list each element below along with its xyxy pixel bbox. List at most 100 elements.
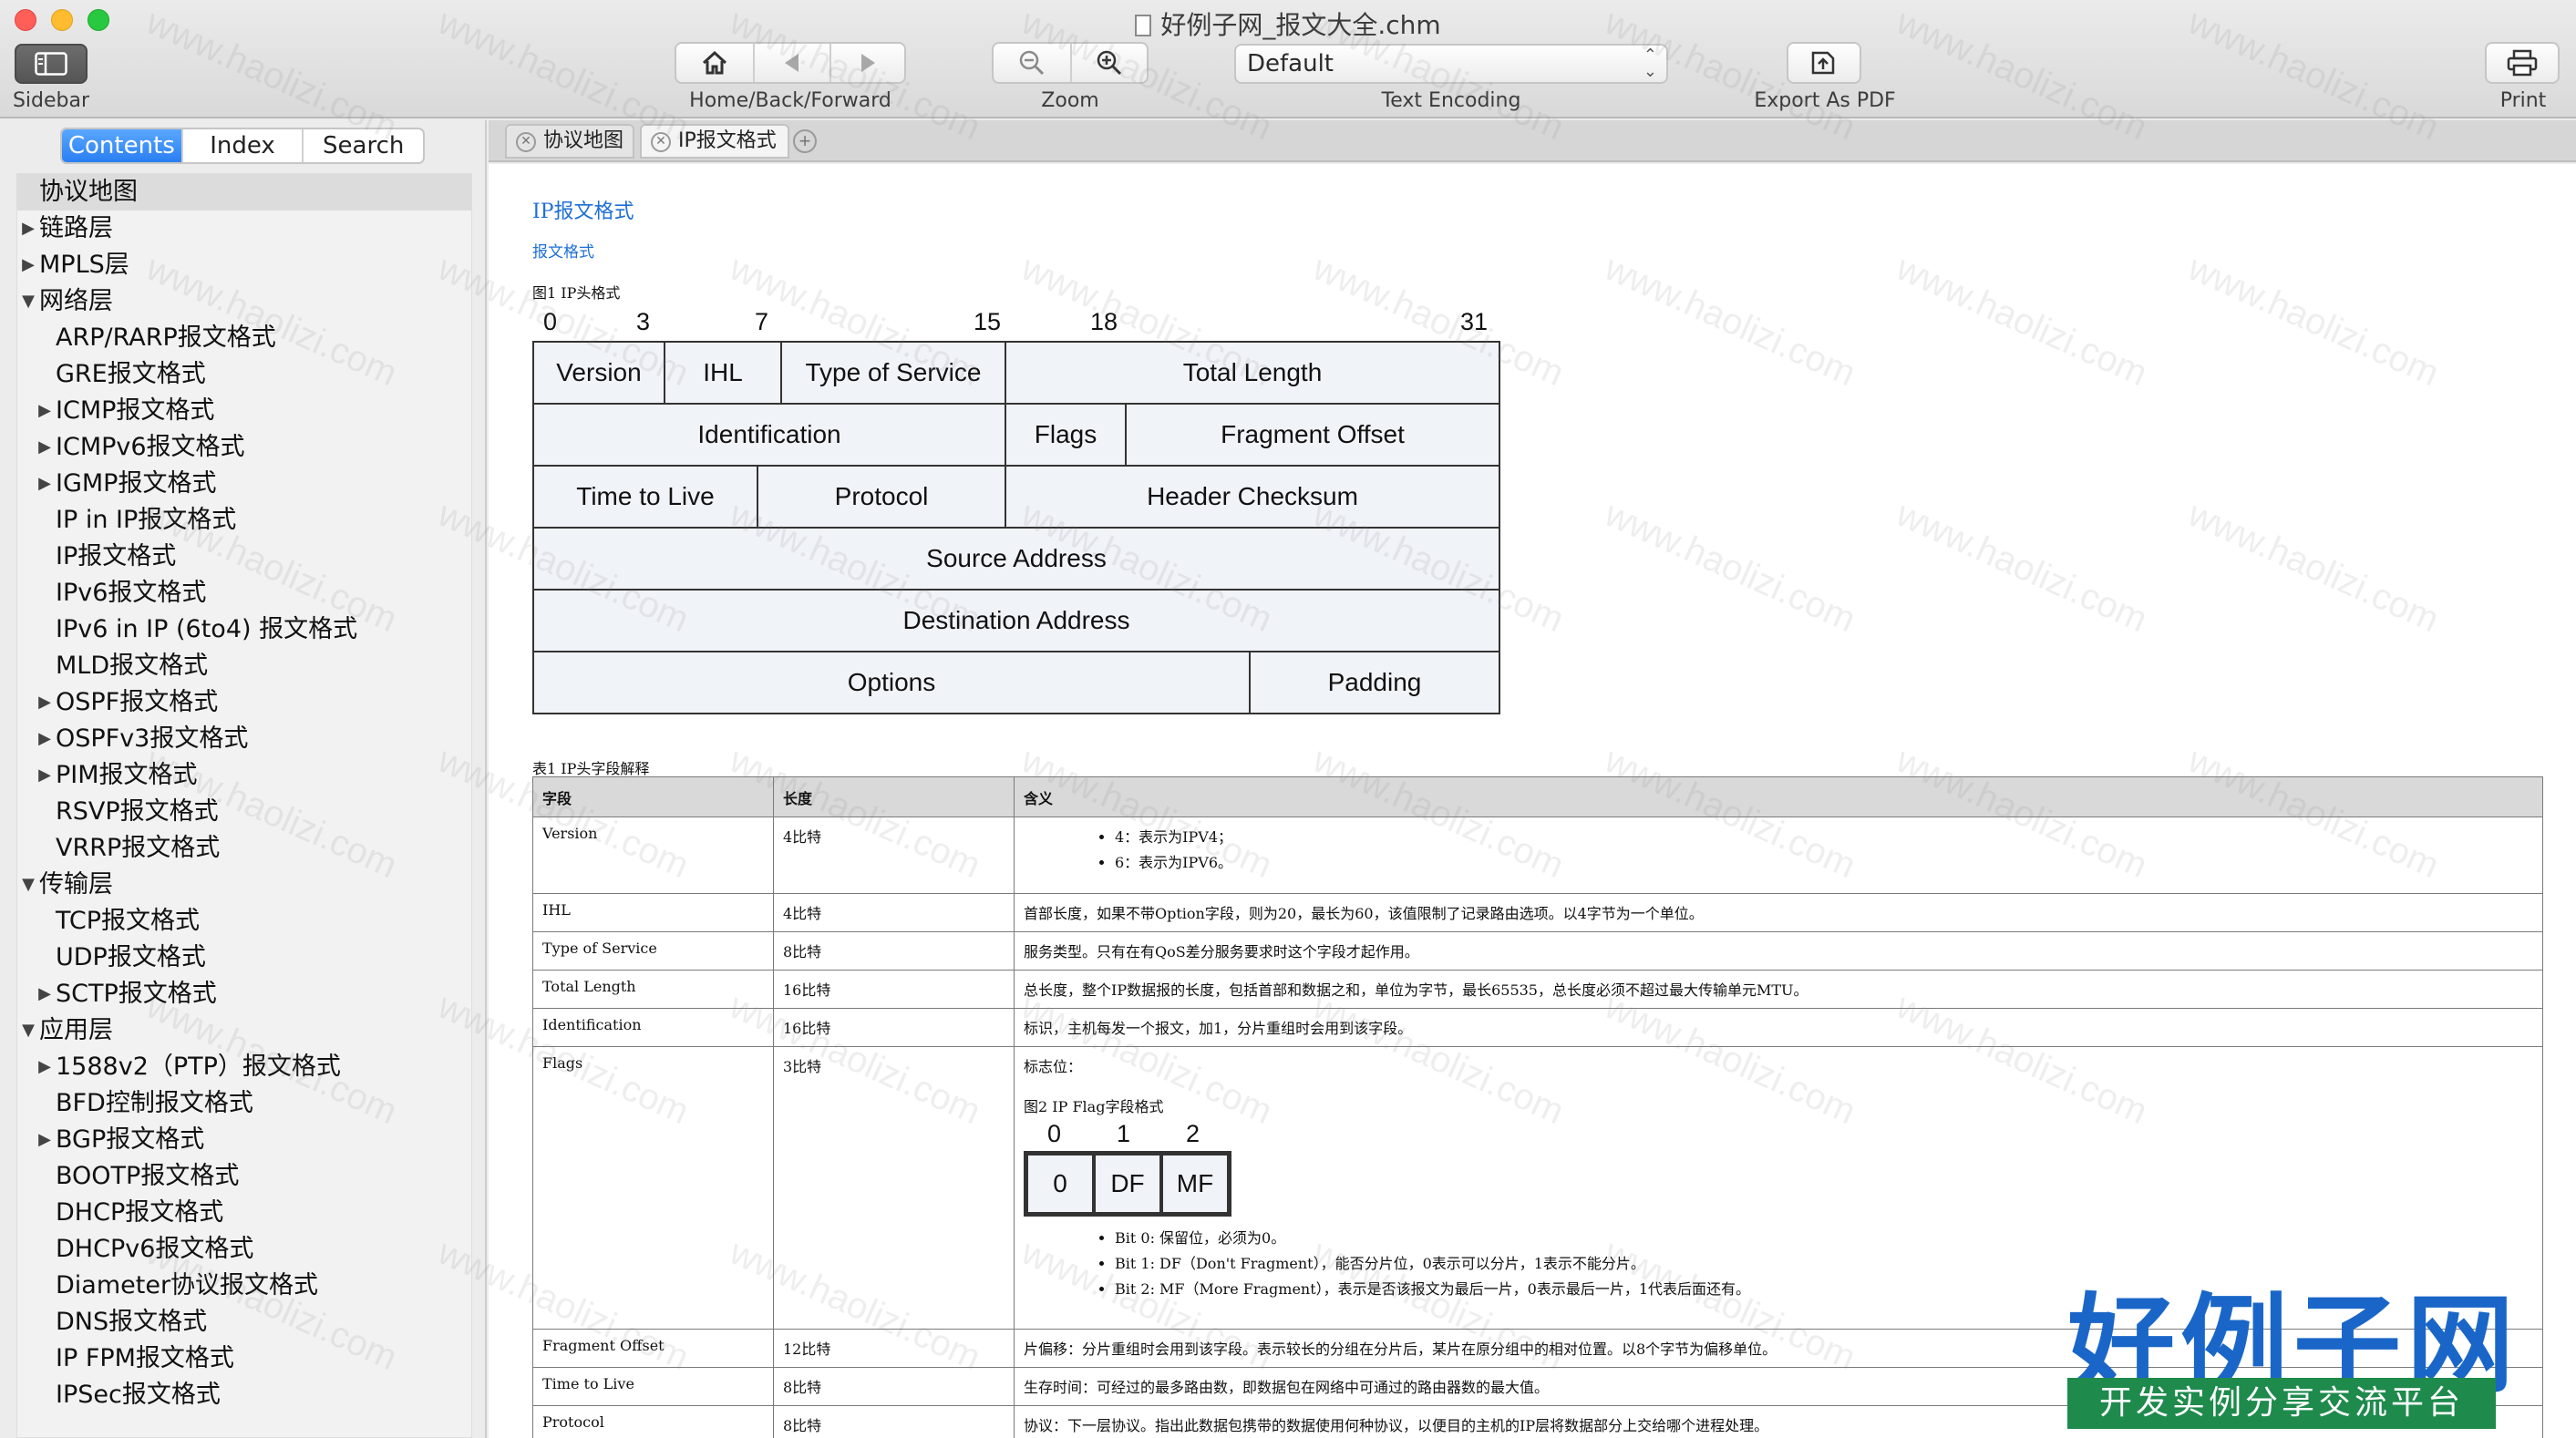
field-version: Version: [532, 341, 665, 405]
tree-item[interactable]: ▶ OSPF报文格式: [17, 684, 471, 721]
add-tab-icon[interactable]: +: [793, 129, 817, 153]
table-caption: 表1 IP头字段解释: [532, 760, 650, 777]
tree-item[interactable]: IP FPM报文格式: [17, 1340, 471, 1377]
tree-item[interactable]: IPv6 in IP (6to4) 报文格式: [17, 611, 471, 648]
field-cell: Fragment Offset: [532, 1329, 774, 1368]
tree-item-label: 网络层: [39, 287, 113, 315]
tree-item[interactable]: BFD控制报文格式: [17, 1085, 471, 1122]
tree-item[interactable]: DHCP报文格式: [17, 1195, 471, 1231]
export-pdf-button[interactable]: [1787, 42, 1861, 84]
tree-item[interactable]: Diameter协议报文格式: [17, 1268, 471, 1304]
home-button[interactable]: [676, 44, 753, 82]
tree-item[interactable]: IP报文格式: [17, 539, 471, 575]
tree-item[interactable]: ▼ 应用层: [17, 1012, 471, 1049]
tree-item[interactable]: IPv6报文格式: [17, 575, 471, 611]
tree-item[interactable]: DNS报文格式: [17, 1304, 471, 1340]
disclosure-collapsed-icon[interactable]: ▶: [36, 1122, 54, 1158]
table-row: Total Length 16比特 总长度，整个IP数据报的长度，包括首部和数据…: [532, 970, 2543, 1009]
tree-item[interactable]: ▶ BGP报文格式: [17, 1122, 471, 1158]
tree-item-label: DHCP报文格式: [56, 1198, 224, 1227]
tab-contents[interactable]: Contents: [62, 129, 181, 162]
meaning-cell: 首部长度，如果不带Option字段，则为20，最长为60，该值限制了记录路由选项…: [1014, 893, 2543, 932]
print-button[interactable]: [2485, 42, 2560, 84]
flag-cell-reserved: 0: [1026, 1154, 1094, 1214]
tree-item[interactable]: GRE报文格式: [17, 356, 471, 393]
tree-item[interactable]: ARP/RARP报文格式: [17, 320, 471, 356]
disclosure-collapsed-icon[interactable]: ▶: [36, 393, 54, 429]
tree-item[interactable]: IP in IP报文格式: [17, 502, 471, 539]
text-encoding-select[interactable]: Default ⌃ ⌄: [1234, 44, 1668, 84]
tree-item-label: TCP报文格式: [56, 907, 201, 935]
length-cell: 16比特: [773, 1008, 1015, 1047]
updown-chevron-icon: ⌃ ⌄: [1643, 46, 1657, 81]
tab-search[interactable]: Search: [302, 129, 423, 162]
field-cell: Protocol: [532, 1405, 774, 1438]
tree-item[interactable]: ▶ SCTP报文格式: [17, 976, 471, 1012]
tab-ip-format[interactable]: ✕ IP报文格式: [640, 124, 789, 159]
field-flags: Flags: [1005, 403, 1127, 467]
tree-item[interactable]: ▶ MPLS层: [17, 247, 471, 283]
disclosure-collapsed-icon[interactable]: ▶: [36, 466, 54, 502]
tree-item-label: PIM报文格式: [56, 761, 198, 789]
disclosure-collapsed-icon[interactable]: ▶: [36, 721, 54, 757]
tree-item[interactable]: RSVP报文格式: [17, 794, 471, 830]
disclosure-collapsed-icon[interactable]: ▶: [36, 757, 54, 794]
field-source-address: Source Address: [532, 527, 1500, 591]
column-header: 字段: [532, 776, 774, 817]
tree-item[interactable]: ▶ 链路层: [17, 211, 471, 247]
tree-item[interactable]: ▶ ICMP报文格式: [17, 393, 471, 429]
close-tab-icon[interactable]: ✕: [516, 132, 536, 152]
zoom-in-button[interactable]: [1069, 44, 1147, 82]
disclosure-collapsed-icon[interactable]: ▶: [36, 976, 54, 1012]
tree-item[interactable]: DHCPv6报文格式: [17, 1231, 471, 1268]
page-title[interactable]: IP报文格式: [532, 195, 634, 224]
table-row: Version 4比特 4：表示为IPV4； 6：表示为IPV6。: [532, 817, 2543, 894]
disclosure-expanded-icon[interactable]: ▼: [19, 867, 37, 903]
tree-item[interactable]: 协议地图: [17, 174, 471, 211]
sidebar-toggle-button[interactable]: [15, 44, 88, 84]
field-cell: Flags: [532, 1046, 774, 1330]
disclosure-collapsed-icon[interactable]: ▶: [36, 429, 54, 466]
tree-item[interactable]: MLD报文格式: [17, 648, 471, 684]
toolbar: 好例子网_报文大全.chm Sidebar Home/Back/Forward: [0, 0, 2576, 118]
nav-label: Home/Back/Forward: [689, 89, 891, 112]
tab-index[interactable]: Index: [180, 129, 303, 162]
field-ihl: IHL: [664, 341, 782, 405]
text-encoding-label: Text Encoding: [1381, 89, 1521, 112]
tree-item[interactable]: ▼ 网络层: [17, 283, 471, 320]
tree-item[interactable]: ▶ OSPFv3报文格式: [17, 721, 471, 757]
disclosure-collapsed-icon[interactable]: ▶: [36, 1049, 54, 1085]
bit-number: 0: [543, 308, 558, 335]
tree-item[interactable]: IPSec报文格式: [17, 1377, 471, 1413]
tree-item[interactable]: ▶ PIM报文格式: [17, 757, 471, 794]
back-button[interactable]: [753, 44, 829, 82]
disclosure-collapsed-icon[interactable]: ▶: [36, 684, 54, 721]
meaning-cell: 4：表示为IPV4； 6：表示为IPV6。: [1014, 817, 2543, 894]
sidebar-label: Sidebar: [12, 89, 90, 112]
zoom-out-button[interactable]: [994, 44, 1070, 82]
tree-item[interactable]: ▼ 传输层: [17, 867, 471, 903]
close-tab-icon[interactable]: ✕: [651, 132, 671, 152]
disclosure-collapsed-icon[interactable]: ▶: [19, 247, 37, 283]
field-cell: Time to Live: [532, 1367, 774, 1406]
site-logo: 好例子网 开发实例分享交流平台: [2067, 1258, 2514, 1436]
forward-button[interactable]: [829, 44, 904, 82]
tree-item[interactable]: VRRP报文格式: [17, 830, 471, 867]
tree-item[interactable]: BOOTP报文格式: [17, 1158, 471, 1195]
tab-protocol-map[interactable]: ✕ 协议地图: [505, 124, 634, 159]
tree-item[interactable]: UDP报文格式: [17, 940, 471, 976]
tree-item[interactable]: ▶ ICMPv6报文格式: [17, 429, 471, 466]
tree-item[interactable]: TCP报文格式: [17, 903, 471, 940]
tree-item-label: DHCPv6报文格式: [56, 1235, 254, 1263]
field-cell: Total Length: [532, 970, 774, 1009]
tree-item-label: IP报文格式: [56, 542, 177, 570]
app-window: 好例子网_报文大全.chm Sidebar Home/Back/Forward: [0, 0, 2576, 1438]
tree-item[interactable]: ▶ IGMP报文格式: [17, 466, 471, 502]
disclosure-expanded-icon[interactable]: ▼: [19, 1012, 37, 1049]
tree-item-label: IPSec报文格式: [56, 1381, 221, 1409]
field-identification: Identification: [532, 403, 1006, 467]
disclosure-expanded-icon[interactable]: ▼: [19, 283, 37, 320]
disclosure-collapsed-icon[interactable]: ▶: [19, 211, 37, 247]
section-heading[interactable]: 报文格式: [532, 239, 594, 262]
tree-item[interactable]: ▶ 1588v2（PTP）报文格式: [17, 1049, 471, 1085]
